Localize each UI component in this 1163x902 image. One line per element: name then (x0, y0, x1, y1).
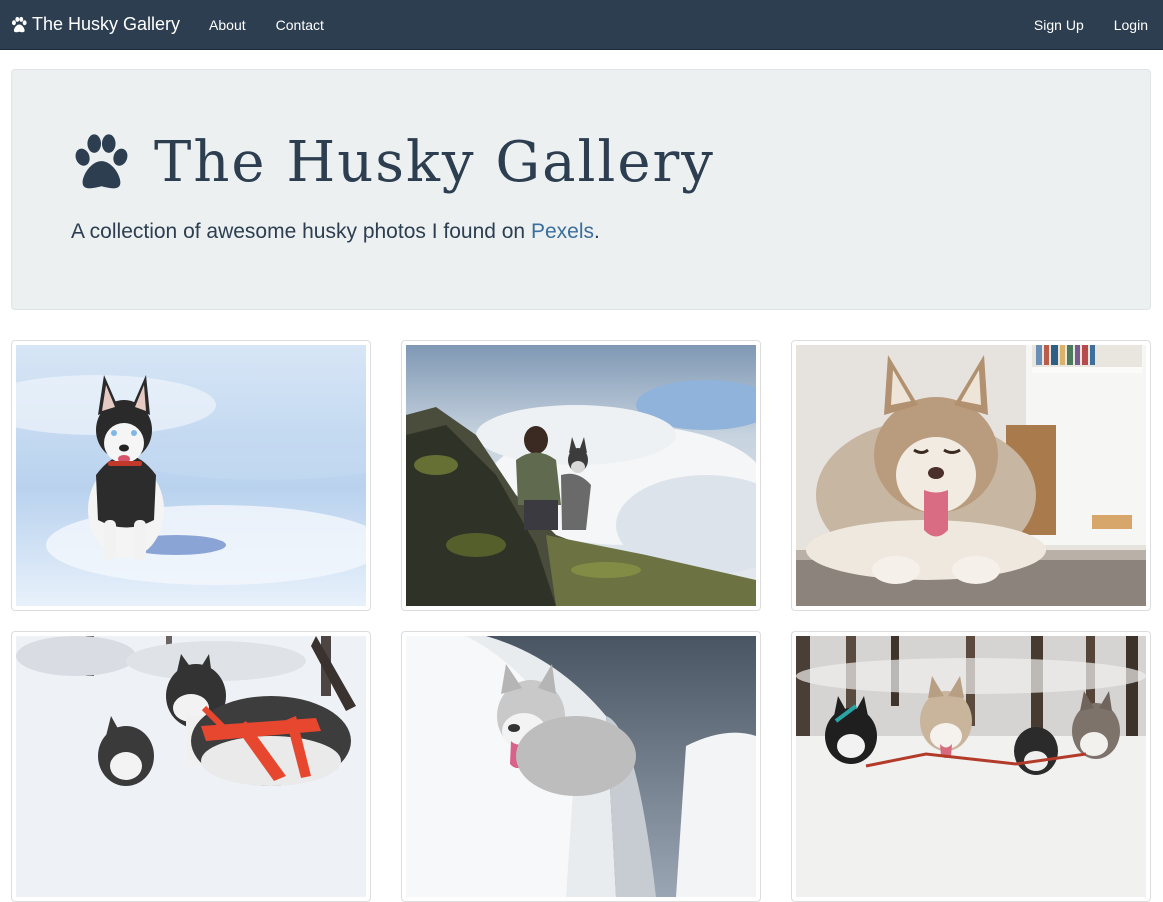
top-navbar: The Husky Gallery About Contact Sign Up … (0, 0, 1163, 50)
pexels-link[interactable]: Pexels (531, 220, 594, 243)
navbar-right: Sign Up Login (1019, 0, 1163, 50)
woman-husky-mountain-photo (406, 345, 756, 606)
fluffy-husky-lying-photo (796, 345, 1146, 606)
hero-jumbotron: The Husky Gallery A collection of awesom… (11, 69, 1151, 310)
paw-icon (11, 16, 27, 32)
hero-heading: The Husky Gallery (154, 130, 715, 195)
navbar-left: The Husky Gallery About Contact (0, 0, 339, 50)
subtitle-text: A collection of awesome husky photos I f… (71, 220, 531, 243)
paw-icon (75, 134, 128, 189)
brand-label: The Husky Gallery (32, 14, 181, 34)
nav-sign-up[interactable]: Sign Up (1019, 0, 1099, 50)
gallery-thumbnail-1[interactable] (11, 340, 371, 611)
husky-puppy-snow-photo (16, 345, 366, 606)
gallery-thumbnail-2[interactable] (401, 340, 761, 611)
brand-link[interactable]: The Husky Gallery (0, 0, 194, 50)
nav-about[interactable]: About (194, 0, 261, 50)
subtitle-period: . (593, 220, 600, 243)
hero-title: The Husky Gallery (70, 132, 715, 194)
gallery-thumbnail-3[interactable] (791, 340, 1151, 611)
nav-contact[interactable]: Contact (261, 0, 339, 50)
nav-login[interactable]: Login (1099, 0, 1163, 50)
hero-subtitle: A collection of awesome husky photos I f… (71, 220, 600, 244)
